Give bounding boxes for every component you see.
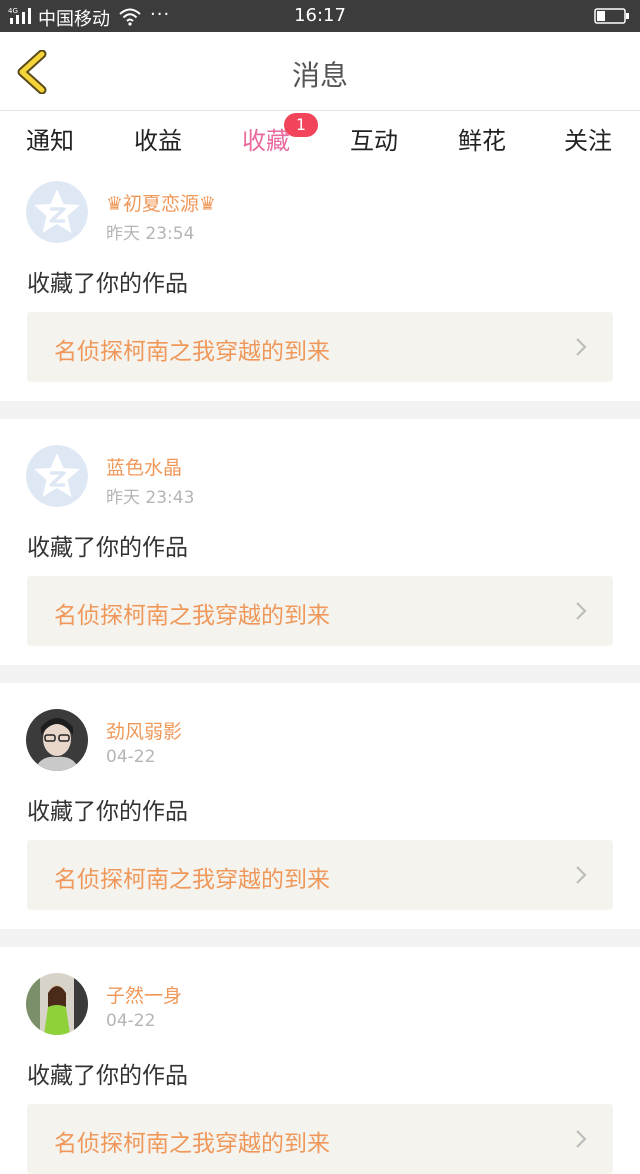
tab-following[interactable]: 关注 [538,121,638,169]
username[interactable]: ♛初夏恋源♛ [106,189,216,216]
action-text: 收藏了你的作品 [27,1063,188,1089]
tab-label: 关注 [564,127,612,155]
action-text: 收藏了你的作品 [27,271,188,297]
avatar[interactable] [26,445,88,507]
unread-badge: 1 [284,113,318,137]
message-item: 子然一身 04-22 收藏了你的作品 名侦探柯南之我穿越的到来 [0,947,640,1174]
user-photo-avatar [26,973,88,1035]
message-item: 蓝色水晶 昨天 23:43 收藏了你的作品 名侦探柯南之我穿越的到来 [0,419,640,665]
default-star-avatar-icon [26,445,88,507]
work-title: 名侦探柯南之我穿越的到来 [54,1131,330,1157]
avatar[interactable] [26,181,88,243]
tab-notifications[interactable]: 通知 [0,121,100,169]
timestamp: 昨天 23:54 [106,224,195,244]
work-link[interactable]: 名侦探柯南之我穿越的到来 [27,312,613,382]
avatar[interactable] [26,973,88,1035]
tab-label: 互动 [350,127,398,155]
chevron-right-icon [576,1130,587,1148]
user-photo-avatar [26,709,88,771]
timestamp: 04-22 [106,747,156,767]
work-link[interactable]: 名侦探柯南之我穿越的到来 [27,576,613,646]
clock: 16:17 [294,5,346,26]
default-star-avatar-icon [26,181,88,243]
battery-icon [594,8,629,24]
tab-label: 鲜花 [458,127,506,155]
divider [0,665,640,683]
timestamp: 昨天 23:43 [106,488,195,508]
username[interactable]: 劲风弱影 [106,717,182,744]
tab-favorites[interactable]: 收藏 1 [216,113,318,172]
tab-label: 通知 [26,127,74,155]
work-title: 名侦探柯南之我穿越的到来 [54,867,330,893]
divider [0,929,640,947]
tab-flowers[interactable]: 鲜花 [432,121,532,169]
message-item: ♛初夏恋源♛ 昨天 23:54 收藏了你的作品 名侦探柯南之我穿越的到来 [0,169,640,401]
action-text: 收藏了你的作品 [27,535,188,561]
tab-bar: 通知 收益 收藏 1 互动 鲜花 关注 [0,111,640,172]
tab-earnings[interactable]: 收益 [108,121,208,169]
status-bar: 4G 中国移动 ··· 16:17 [0,0,640,32]
page-title: 消息 [291,59,348,92]
tab-label: 收藏 [242,127,290,155]
header: 消息 [0,32,640,111]
avatar[interactable] [26,709,88,771]
chevron-right-icon [576,602,587,620]
timestamp: 04-22 [106,1011,156,1031]
tab-label: 收益 [134,127,182,155]
tab-interactions[interactable]: 互动 [324,121,424,169]
message-item: 劲风弱影 04-22 收藏了你的作品 名侦探柯南之我穿越的到来 [0,683,640,929]
action-text: 收藏了你的作品 [27,799,188,825]
work-link[interactable]: 名侦探柯南之我穿越的到来 [27,840,613,910]
divider [0,401,640,419]
chevron-right-icon [576,338,587,356]
username[interactable]: 蓝色水晶 [106,453,182,480]
work-link[interactable]: 名侦探柯南之我穿越的到来 [27,1104,613,1174]
work-title: 名侦探柯南之我穿越的到来 [54,603,330,629]
chevron-right-icon [576,866,587,884]
work-title: 名侦探柯南之我穿越的到来 [54,339,330,365]
username[interactable]: 子然一身 [106,981,182,1008]
